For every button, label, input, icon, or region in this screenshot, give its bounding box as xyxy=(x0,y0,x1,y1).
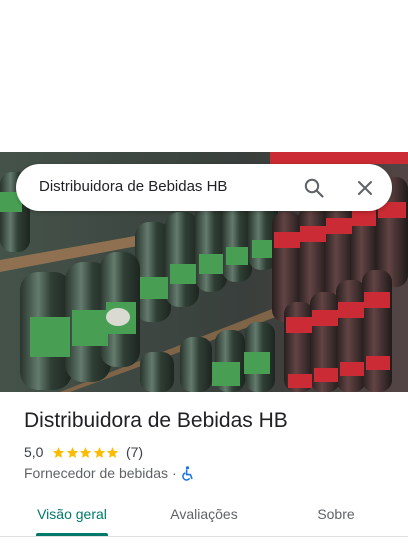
close-icon xyxy=(358,181,372,195)
rating-value: 5,0 xyxy=(24,444,44,460)
search-query[interactable]: Distribuidora de Bebidas HB xyxy=(39,178,227,195)
place-title: Distribuidora de Bebidas HB xyxy=(24,409,288,432)
rating-stars xyxy=(52,446,120,459)
tabs-divider xyxy=(0,536,408,537)
search-icon xyxy=(304,178,324,198)
search-button[interactable] xyxy=(299,173,329,203)
place-category: Fornecedor de bebidas xyxy=(24,465,168,481)
tab-about[interactable]: Sobre xyxy=(288,496,384,536)
separator: · xyxy=(172,465,177,481)
blank-area xyxy=(0,0,408,152)
rating-row[interactable]: 5,0 (7) xyxy=(24,443,143,461)
review-count[interactable]: (7) xyxy=(126,444,143,460)
star-icon xyxy=(107,446,119,458)
tab-bar: Visão geral Avaliações Sobre xyxy=(0,496,408,536)
star-icon xyxy=(53,446,65,458)
wheelchair-icon xyxy=(181,465,193,481)
tab-overview[interactable]: Visão geral xyxy=(24,496,120,536)
star-icon xyxy=(80,446,92,458)
tab-reviews[interactable]: Avaliações xyxy=(156,496,252,536)
category-row: Fornecedor de bebidas · xyxy=(24,465,194,481)
clear-search-button[interactable] xyxy=(350,173,380,203)
star-icon xyxy=(93,446,106,458)
star-icon xyxy=(66,446,79,458)
search-bar[interactable]: Distribuidora de Bebidas HB xyxy=(16,164,392,211)
